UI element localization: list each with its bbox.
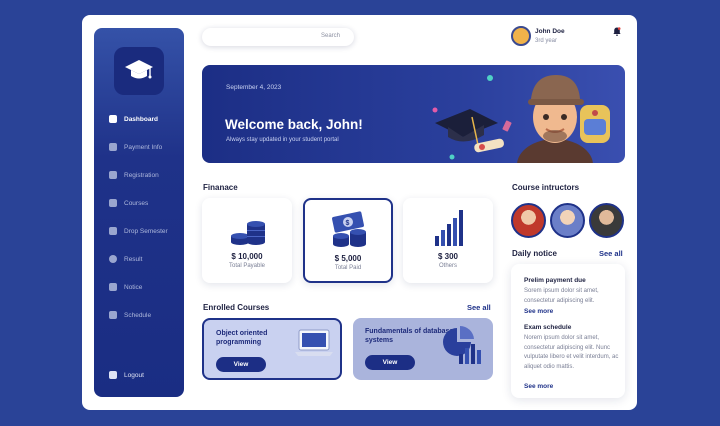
sidebar-item-label: Payment Info — [124, 143, 163, 151]
finance-card-others[interactable]: $ 300 Others — [403, 198, 493, 283]
logout-icon — [109, 371, 117, 379]
view-course-button[interactable]: View — [216, 357, 266, 372]
notice-see-more-link[interactable]: See more — [524, 308, 553, 315]
sidebar-item-registration[interactable]: Registration — [109, 168, 159, 182]
finance-title: Finanace — [203, 183, 238, 192]
book-icon — [109, 199, 117, 207]
notice-item-body: Norem ipsum dolor sit amet, consectetur … — [524, 335, 619, 370]
payment-icon — [109, 143, 117, 151]
finance-caption: Total Payable — [228, 263, 266, 269]
banner-date: September 4, 2023 — [226, 84, 282, 91]
sidebar-item-label: Schedule — [124, 311, 152, 319]
result-icon — [109, 255, 117, 263]
database-chart-icon — [443, 325, 481, 364]
courses-see-all-link[interactable]: See all — [467, 303, 491, 312]
sidebar-item-dashboard[interactable]: Dashboard — [109, 112, 158, 126]
notice-title: Daily notice — [512, 249, 557, 258]
sidebar-item-notice[interactable]: Notice — [109, 280, 142, 294]
finance-amount: $ 5,000 — [334, 254, 362, 263]
graduation-cap-icon — [125, 60, 153, 79]
coins-stack-icon — [231, 221, 265, 245]
laptop-icon — [295, 329, 333, 356]
view-course-button[interactable]: View — [365, 355, 415, 370]
bar-graph-icon — [435, 210, 463, 246]
notification-bell-icon[interactable] — [613, 27, 621, 38]
banner-subtitle: Always stay updated in your student port… — [226, 137, 339, 143]
chat-icon — [109, 283, 117, 291]
sidebar-item-label: Notice — [124, 283, 143, 291]
search-placeholder: Search — [320, 33, 340, 39]
notice-panel: Prelim payment due Sorem ipsum dolor sit… — [511, 264, 625, 398]
document-icon — [109, 227, 117, 235]
sidebar-item-label: Result — [124, 255, 143, 263]
sidebar-item-label: Dashboard — [124, 115, 158, 123]
course-card[interactable]: Fundamentals of database systems View — [353, 318, 493, 380]
search-input[interactable]: Search — [202, 28, 354, 46]
finance-card-paid[interactable]: $ $ 5,000 Total Paid — [303, 198, 393, 283]
notice-item-title: Prelim payment due — [524, 277, 586, 284]
enrolled-courses-title: Enrolled Courses — [203, 303, 270, 312]
logout-button[interactable]: Logout — [109, 368, 144, 382]
banner-welcome: Welcome back, John! — [225, 117, 363, 132]
svg-text:$: $ — [346, 220, 350, 227]
sidebar-item-schedule[interactable]: Schedule — [109, 308, 151, 322]
avatar[interactable] — [511, 26, 531, 46]
finance-amount: $ 300 — [437, 252, 459, 261]
instructor-avatar[interactable] — [589, 203, 624, 238]
logout-label: Logout — [124, 371, 144, 379]
welcome-banner: September 4, 2023 Welcome back, John! Al… — [202, 65, 625, 163]
instructor-avatar[interactable] — [511, 203, 546, 238]
sidebar-item-payment-info[interactable]: Payment Info — [109, 140, 162, 154]
student-illustration — [432, 75, 610, 163]
finance-caption: Others — [438, 263, 457, 269]
instructor-avatar[interactable] — [550, 203, 585, 238]
finance-amount: $ 10,000 — [231, 252, 263, 261]
notice-item-title: Exam schedule — [524, 324, 572, 331]
course-title: Object oriented programming — [216, 330, 268, 346]
dashboard-icon — [109, 115, 117, 123]
sidebar-item-courses[interactable]: Courses — [109, 196, 148, 210]
finance-card-payable[interactable]: $ 10,000 Total Payable — [202, 198, 292, 283]
notice-see-more-link[interactable]: See more — [524, 383, 553, 390]
user-name: John Doe — [535, 28, 565, 35]
logo — [114, 47, 164, 95]
user-year: 3rd year — [535, 38, 558, 44]
course-card[interactable]: Object oriented programming View — [202, 318, 342, 380]
sidebar-item-label: Courses — [124, 199, 149, 207]
finance-caption: Total Paid — [334, 265, 362, 271]
instructors-title: Course intructors — [512, 183, 580, 192]
sidebar-item-drop-semester[interactable]: Drop Semester — [109, 224, 168, 238]
calendar-icon — [109, 311, 117, 319]
pencil-icon — [109, 171, 117, 179]
notice-see-all-link[interactable]: See all — [599, 249, 623, 258]
sidebar-item-label: Registration — [124, 171, 159, 179]
money-coins-icon: $ — [332, 211, 366, 247]
sidebar-item-label: Drop Semester — [124, 227, 168, 235]
sidebar-item-result[interactable]: Result — [109, 252, 142, 266]
notice-item-body: Sorem ipsum dolor sit amet, consectetur … — [524, 288, 599, 304]
